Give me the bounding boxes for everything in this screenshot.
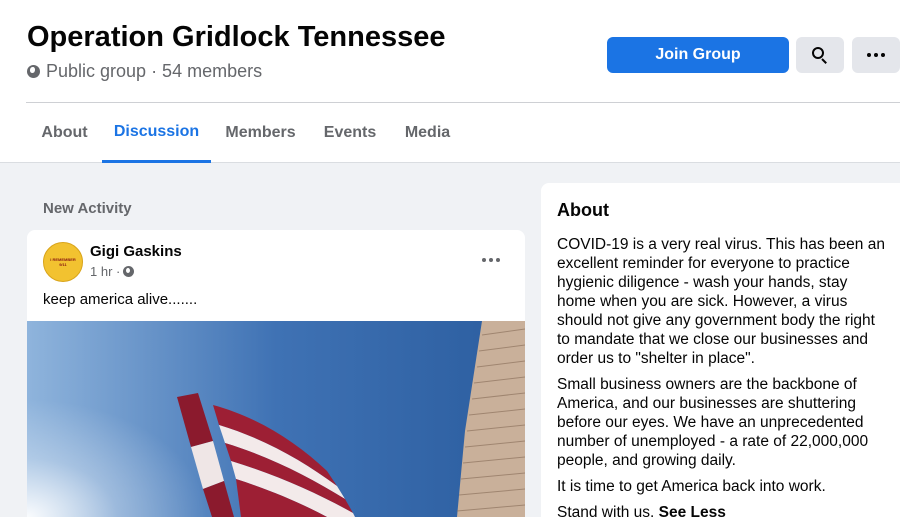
search-button[interactable] <box>796 37 844 73</box>
tab-media[interactable]: Media <box>390 103 465 163</box>
avatar-text-bottom: 9/11 <box>59 262 67 267</box>
tab-discussion[interactable]: Discussion <box>102 103 211 163</box>
group-meta-text: Public group · 54 members <box>46 61 263 81</box>
about-paragraph-last: Stand with us. See Less <box>557 503 887 517</box>
group-title: Operation Gridlock Tennessee <box>27 21 446 53</box>
more-horizontal-icon <box>482 258 500 262</box>
post-image[interactable] <box>27 321 525 517</box>
about-paragraph: It is time to get America back into work… <box>557 478 826 495</box>
group-header: Operation Gridlock Tennessee Public grou… <box>0 0 900 103</box>
about-title: About <box>557 200 609 220</box>
new-activity-heading: New Activity <box>43 200 132 217</box>
about-last-line: Stand with us. <box>557 504 655 517</box>
about-paragraph: COVID-19 is a very real virus. This has … <box>557 236 885 367</box>
globe-icon <box>123 266 135 277</box>
post-options-button[interactable] <box>479 250 503 270</box>
see-less-link[interactable]: See Less <box>659 504 726 517</box>
post-time[interactable]: 1 hr · <box>90 264 120 279</box>
about-paragraph: Small business owners are the backbone o… <box>557 376 869 469</box>
globe-icon <box>27 65 40 78</box>
more-horizontal-icon <box>867 53 885 57</box>
join-group-button[interactable]: Join Group <box>607 37 789 73</box>
post-meta: 1 hr · <box>90 264 135 279</box>
post-card: I REMEMBER 9/11 Gigi Gaskins 1 hr · keep… <box>27 230 525 517</box>
post-author[interactable]: Gigi Gaskins <box>90 243 182 260</box>
about-card: About COVID-19 is a very real virus. Thi… <box>541 183 900 517</box>
avatar[interactable]: I REMEMBER 9/11 <box>43 242 83 282</box>
tab-events[interactable]: Events <box>310 103 390 163</box>
group-tabs: About Discussion Members Events Media <box>0 103 900 163</box>
more-options-button[interactable] <box>852 37 900 73</box>
tab-about[interactable]: About <box>27 103 102 163</box>
group-meta: Public group · 54 members <box>27 61 262 82</box>
post-text: keep america alive....... <box>43 291 198 308</box>
about-description: COVID-19 is a very real virus. This has … <box>557 235 887 517</box>
tab-members[interactable]: Members <box>211 103 310 163</box>
search-icon <box>812 47 828 64</box>
